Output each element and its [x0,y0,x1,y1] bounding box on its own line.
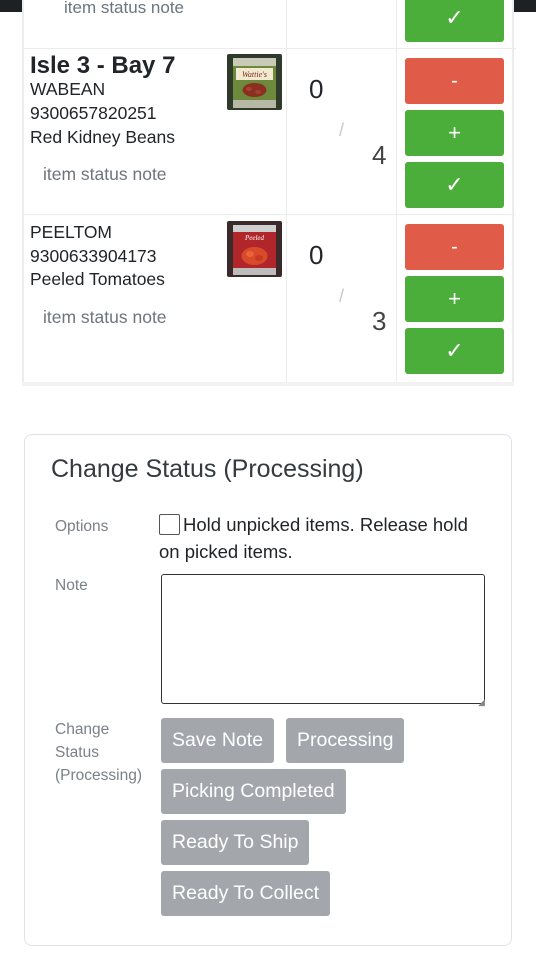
mark-picked-button[interactable]: ✓ [405,328,504,374]
column-divider [286,0,287,382]
column-divider [396,0,397,382]
item-name: Red Kidney Beans [30,127,175,147]
item-barcode: 9300657820251 [30,103,157,123]
svg-text:Wattie's: Wattie's [242,70,267,79]
quantity-separator: / [339,120,345,140]
hold-option-text: Hold unpicked items. Release hold on pic… [159,514,468,562]
previous-item-status-note[interactable]: item status note [64,0,184,14]
item-status-note-input[interactable]: item status note [43,164,167,185]
increase-quantity-button[interactable]: + [405,110,504,156]
total-quantity: 4 [372,140,387,170]
item-barcode: 9300633904173 [30,246,157,266]
order-items-table: item status note ✓ Isle 3 - Bay 7 WABEAN… [22,0,516,386]
product-image: Wattie's [227,54,282,110]
picked-quantity: 0 [309,74,324,104]
item-status-note-input[interactable]: item status note [43,307,167,328]
picked-quantity: 0 [309,240,324,270]
product-image: Peeled [227,221,282,277]
status-note-textarea[interactable] [161,574,485,704]
resize-handle-icon[interactable]: ◢ [478,697,485,708]
row-divider [24,48,516,49]
hold-items-checkbox[interactable] [159,514,180,535]
total-quantity: 3 [372,306,387,336]
options-label: Options [55,518,109,535]
save-note-button[interactable]: Save Note [161,718,275,763]
decrease-quantity-button[interactable]: - [405,58,504,104]
previous-item-done-button[interactable]: ✓ [405,0,504,42]
ready-to-collect-button[interactable]: Ready To Collect [161,871,331,916]
change-status-label: Change Status (Processing) [55,721,142,784]
item-location: Isle 3 - Bay 7 [30,52,176,79]
item-code: PEELTOM [30,222,113,242]
mark-picked-button[interactable]: ✓ [405,162,504,208]
change-status-card: Change Status (Processing) Options Hold … [24,434,512,946]
row-divider [24,214,516,215]
svg-text:Peeled: Peeled [244,234,265,242]
increase-quantity-button[interactable]: + [405,276,504,322]
item-code: WABEAN [30,79,106,99]
decrease-quantity-button[interactable]: - [405,224,504,270]
ready-to-ship-button[interactable]: Ready To Ship [161,820,310,865]
quantity-separator: / [339,286,345,306]
item-name: Peeled Tomatoes [30,269,165,289]
processing-button[interactable]: Processing [286,718,405,763]
note-label: Note [55,577,88,594]
picking-completed-button[interactable]: Picking Completed [161,769,346,814]
card-title: Change Status (Processing) [51,455,364,483]
hold-option[interactable]: Hold unpicked items. Release hold on pic… [159,511,489,565]
